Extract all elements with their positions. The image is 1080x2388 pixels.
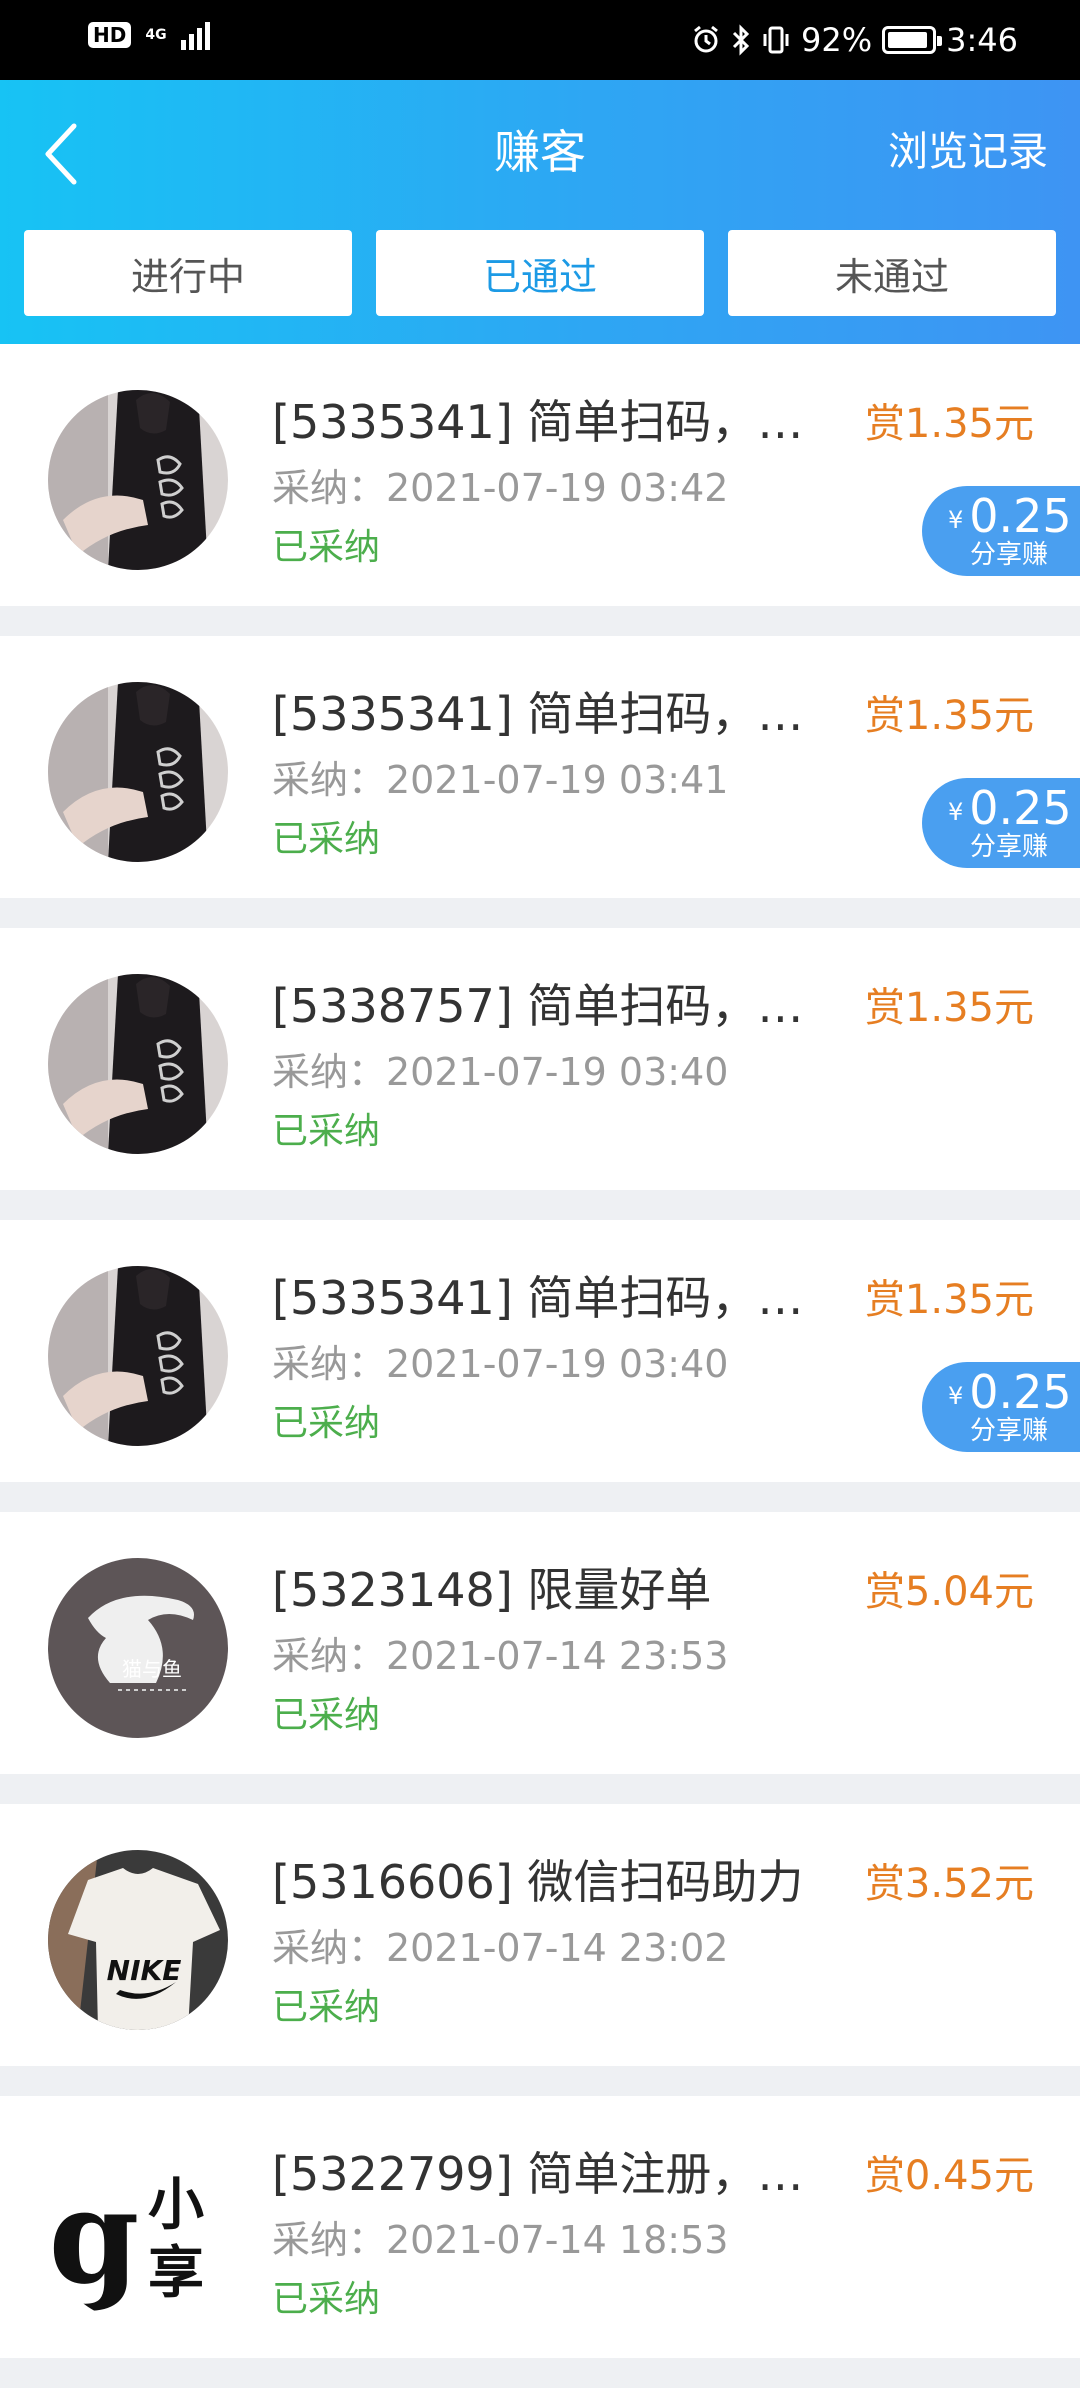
- share-earn-button[interactable]: ¥0.25 分享赚: [922, 778, 1080, 868]
- accepted-time: 采纳：2021-07-14 18:53: [272, 2218, 729, 2262]
- status-label: 已采纳: [272, 1987, 381, 2028]
- task-title: [5335341] 简单扫码，一次搞定: [272, 395, 842, 449]
- tab-in-progress[interactable]: 进行中: [24, 230, 352, 316]
- status-label: 已采纳: [272, 2279, 381, 2320]
- status-right: 92% 3:46: [691, 18, 1018, 62]
- task-row[interactable]: [5335341] 简单扫码，一次搞定采纳：2021-07-19 03:42 已采…: [0, 344, 1080, 606]
- svg-text:NIKE: NIKE: [107, 1954, 182, 1987]
- share-label: 分享赚: [970, 1416, 1049, 1446]
- status-label: 已采纳: [272, 1403, 381, 1444]
- status-label: 已采纳: [272, 1695, 381, 1736]
- share-earn-button[interactable]: ¥0.25 分享赚: [922, 1362, 1080, 1452]
- status-label: 已采纳: [272, 819, 381, 860]
- reward-amount: 赏1.35元: [864, 693, 1034, 739]
- status-bar: HD 4G 92% 3:46: [0, 0, 1080, 80]
- task-title: [5335341] 简单扫码，一次搞定: [272, 687, 842, 741]
- share-label: 分享赚: [970, 832, 1049, 862]
- svg-text:g: g: [49, 2160, 140, 2313]
- clock: 3:46: [946, 21, 1018, 59]
- share-amount: ¥0.25: [948, 1364, 1072, 1424]
- avatar: 猫与鱼: [48, 1558, 228, 1738]
- share-earn-button[interactable]: ¥0.25 分享赚: [922, 486, 1080, 576]
- browse-history-link[interactable]: 浏览记录: [888, 118, 1048, 186]
- task-title: [5338757] 简单扫码，一次搞定: [272, 979, 842, 1033]
- avatar: [48, 390, 228, 570]
- reward-amount: 赏3.52元: [864, 1861, 1034, 1907]
- bluetooth-icon: [732, 24, 750, 56]
- task-title: [5335341] 简单扫码，一次搞定: [272, 1271, 842, 1325]
- task-row[interactable]: [5335341] 简单扫码，一次搞定采纳：2021-07-19 03:40 已采…: [0, 1220, 1080, 1482]
- share-label: 分享赚: [970, 540, 1049, 570]
- share-amount: ¥0.25: [948, 488, 1072, 548]
- tab-approved[interactable]: 已通过: [376, 230, 704, 316]
- avatar: g小享: [48, 2142, 228, 2322]
- svg-text:猫与鱼: 猫与鱼: [122, 1657, 182, 1681]
- avatar: [48, 682, 228, 862]
- avatar: [48, 974, 228, 1154]
- task-row[interactable]: [5335341] 简单扫码，一次搞定采纳：2021-07-19 03:41 已采…: [0, 636, 1080, 898]
- yen-symbol: ¥: [948, 1382, 964, 1410]
- svg-text:小: 小: [148, 2173, 204, 2238]
- reward-amount: 赏5.04元: [864, 1569, 1034, 1615]
- accepted-time: 采纳：2021-07-19 03:41: [272, 758, 729, 802]
- status-tabs: 进行中 已通过 未通过: [24, 230, 1056, 316]
- alarm-icon: [694, 25, 718, 53]
- accepted-time: 采纳：2021-07-19 03:42: [272, 466, 729, 510]
- status-label: 已采纳: [272, 527, 381, 568]
- share-value: 0.25: [969, 1365, 1072, 1419]
- battery-fill: [888, 32, 927, 48]
- app-header: 赚客 浏览记录 进行中 已通过 未通过: [0, 80, 1080, 344]
- svg-text:享: 享: [148, 2241, 204, 2306]
- accepted-time: 采纳：2021-07-19 03:40: [272, 1050, 729, 1094]
- vibrate-icon: [763, 26, 789, 54]
- hd-indicator: HD: [88, 22, 132, 48]
- accepted-time: 采纳：2021-07-19 03:40: [272, 1342, 729, 1386]
- share-value: 0.25: [969, 781, 1072, 835]
- accepted-time: 采纳：2021-07-14 23:53: [272, 1634, 729, 1678]
- network-type: 4G: [145, 27, 167, 43]
- signal-icon: [180, 20, 210, 50]
- task-list: [5335341] 简单扫码，一次搞定采纳：2021-07-19 03:42已采…: [0, 344, 1080, 2388]
- status-label: 已采纳: [272, 1111, 381, 1152]
- accepted-time: 采纳：2021-07-14 23:02: [272, 1926, 729, 1970]
- avatar: [48, 1266, 228, 1446]
- status-left: HD 4G: [88, 20, 210, 50]
- task-row[interactable]: [5338757] 简单扫码，一次搞定采纳：2021-07-19 03:40 已采…: [0, 928, 1080, 1190]
- reward-amount: 赏1.35元: [864, 401, 1034, 447]
- task-title: [5323148] 限量好单: [272, 1563, 712, 1617]
- yen-symbol: ¥: [948, 506, 964, 534]
- reward-amount: 赏1.35元: [864, 985, 1034, 1031]
- avatar: NIKE: [48, 1850, 228, 2030]
- battery-icon: [882, 26, 943, 54]
- task-row[interactable]: NIKE [5316606] 微信扫码助力采纳：2021-07-14 23:02 已…: [0, 1804, 1080, 2066]
- task-row[interactable]: g 小享 [5322799] 简单注册，秒审核采纳：2021-07-14 18:53…: [0, 2096, 1080, 2358]
- task-title: [5322799] 简单注册，秒审核: [272, 2147, 842, 2201]
- task-title: [5316606] 微信扫码助力: [272, 1855, 804, 1909]
- battery-percent: 92%: [801, 21, 873, 59]
- reward-amount: 赏0.45元: [864, 2153, 1034, 2199]
- yen-symbol: ¥: [948, 798, 964, 826]
- share-amount: ¥0.25: [948, 780, 1072, 840]
- share-value: 0.25: [969, 489, 1072, 543]
- task-row[interactable]: 猫与鱼 [5323148] 限量好单采纳：2021-07-14 23:53 已采纳 赏…: [0, 1512, 1080, 1774]
- tab-rejected[interactable]: 未通过: [728, 230, 1056, 316]
- reward-amount: 赏1.35元: [864, 1277, 1034, 1323]
